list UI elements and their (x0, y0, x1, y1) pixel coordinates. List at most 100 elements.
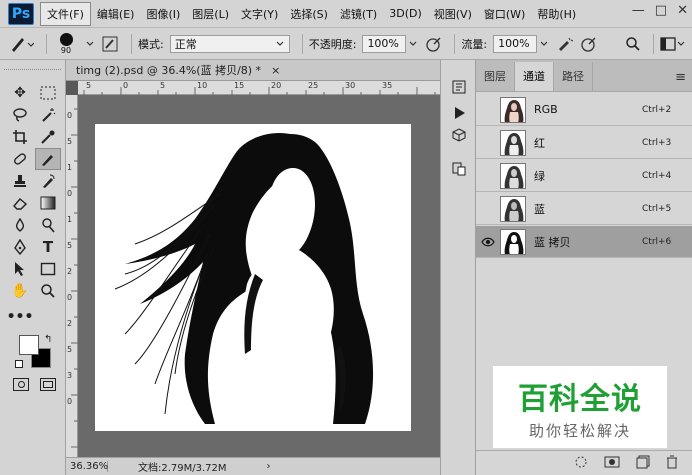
new-channel-icon[interactable] (636, 455, 650, 472)
menu-edit[interactable]: 编辑(E) (91, 3, 141, 25)
ruler-v-label: 2 (67, 267, 73, 276)
brush-panel-toggle[interactable] (101, 35, 119, 53)
crop-tool-icon[interactable] (7, 126, 33, 148)
flow-input[interactable]: 100% (493, 34, 538, 53)
toolbar-grip[interactable] (4, 60, 61, 70)
brush-size-picker[interactable]: 90 (53, 32, 79, 55)
pressure-size-toggle[interactable] (579, 35, 597, 53)
channel-name: 绿 (534, 169, 545, 183)
gradient-tool-icon[interactable] (35, 192, 61, 214)
tool-preset-picker[interactable] (6, 34, 34, 54)
menu-help[interactable]: 帮助(H) (531, 3, 582, 25)
paragraph-panel-icon[interactable] (449, 160, 469, 178)
channel-row-rgb[interactable]: RGB Ctrl+2 (476, 94, 692, 126)
channel-name: RGB (534, 103, 558, 116)
menu-image[interactable]: 图像(I) (140, 3, 186, 25)
eyedropper-tool-icon[interactable] (35, 126, 61, 148)
search-button[interactable] (625, 36, 641, 52)
channel-row-blue[interactable]: 蓝 Ctrl+5 (476, 193, 692, 225)
tab-layers[interactable]: 图层 (476, 62, 515, 91)
type-tool-icon[interactable]: T (35, 236, 61, 258)
tab-paths[interactable]: 路径 (554, 62, 593, 91)
menu-filter[interactable]: 滤镜(T) (334, 3, 383, 25)
close-document-icon[interactable]: × (271, 64, 280, 77)
foreground-color-swatch[interactable] (19, 335, 39, 355)
clone-stamp-tool-icon[interactable] (7, 170, 33, 192)
photoshop-window: Ps 文件(F) 编辑(E) 图像(I) 图层(L) 文字(Y) 选择(S) 滤… (0, 0, 692, 475)
load-selection-icon[interactable] (574, 455, 588, 472)
close-button[interactable]: ✕ (677, 3, 688, 18)
save-selection-icon[interactable] (604, 455, 620, 472)
default-colors-icon[interactable] (15, 360, 23, 368)
blur-tool-icon[interactable] (7, 214, 33, 236)
channel-row-blue-copy[interactable]: 蓝 拷贝 Ctrl+6 (476, 226, 692, 258)
visibility-toggle[interactable] (480, 201, 496, 217)
delete-channel-icon[interactable] (666, 455, 678, 472)
pen-tool-icon[interactable] (7, 236, 33, 258)
panel-menu-icon[interactable]: ≡ (675, 70, 686, 85)
document-canvas[interactable] (95, 124, 411, 431)
screen-mode-icon[interactable] (40, 378, 56, 391)
zoom-level[interactable]: 36.36% (66, 461, 108, 472)
magic-wand-tool-icon[interactable] (35, 104, 61, 126)
document-info: 文档:2.79M/3.72M (138, 463, 227, 474)
rectangle-tool-icon[interactable] (35, 258, 61, 280)
menu-view[interactable]: 视图(V) (428, 3, 478, 25)
workspace-switcher[interactable] (660, 36, 686, 52)
visibility-toggle[interactable] (480, 168, 496, 184)
chevron-down-icon (276, 41, 284, 46)
pressure-opacity-toggle[interactable] (424, 35, 442, 53)
search-icon (626, 36, 640, 51)
maximize-button[interactable]: □ (655, 3, 667, 18)
zoom-tool-icon[interactable] (35, 280, 61, 302)
flow-dropdown[interactable] (539, 39, 549, 49)
watermark: 百科全说 助你轻松解决 (493, 366, 667, 448)
hand-tool-icon[interactable]: ✋ (7, 280, 33, 302)
quick-mask-icon[interactable] (13, 378, 29, 391)
path-selection-tool-icon[interactable] (7, 258, 33, 280)
opacity-dropdown[interactable] (408, 39, 418, 49)
brush-dropdown-arrow[interactable] (85, 39, 95, 49)
healing-brush-tool-icon[interactable] (7, 148, 33, 170)
document-tab-title: timg (2).psd @ 36.4%(蓝 拷贝/8) * (76, 64, 262, 77)
history-panel-icon[interactable] (449, 78, 469, 96)
eraser-tool-icon[interactable] (7, 192, 33, 214)
swap-colors-icon[interactable]: ↰ (44, 334, 52, 345)
menu-select[interactable]: 选择(S) (284, 3, 334, 25)
actions-panel-icon[interactable] (449, 104, 469, 122)
horizontal-ruler[interactable]: 5 0 5 10 15 20 25 30 35 (78, 81, 440, 95)
vertical-ruler[interactable]: 0 5 1 0 1 5 2 0 2 5 3 0 (66, 95, 78, 457)
mode-select[interactable]: 正常 (169, 34, 290, 53)
document-tab[interactable]: timg (2).psd @ 36.4%(蓝 拷贝/8) * × (66, 60, 440, 81)
channel-row-red[interactable]: 红 Ctrl+3 (476, 127, 692, 159)
ruler-v-label: 0 (67, 397, 73, 406)
more-tools-icon[interactable]: ••• (7, 306, 34, 328)
visibility-toggle[interactable] (480, 135, 496, 151)
channel-row-green[interactable]: 绿 Ctrl+4 (476, 160, 692, 192)
tools-panel: ✥ T ✋ ••• ↰ (0, 60, 66, 475)
opacity-input[interactable]: 100% (362, 34, 407, 53)
menu-type[interactable]: 文字(Y) (235, 3, 284, 25)
chevron-down-icon (540, 41, 548, 46)
minimize-button[interactable]: — (632, 3, 645, 18)
airbrush-toggle[interactable] (555, 35, 574, 53)
lasso-tool-icon[interactable] (7, 104, 33, 126)
eye-icon[interactable] (480, 234, 496, 250)
channel-shortcut: Ctrl+6 (642, 236, 672, 247)
channel-name: 蓝 拷贝 (534, 235, 571, 249)
ruler-h-label: 10 (197, 81, 208, 90)
tab-channels[interactable]: 通道 (515, 62, 554, 91)
marquee-tool-icon[interactable] (35, 82, 61, 104)
menu-3d[interactable]: 3D(D) (383, 4, 428, 23)
brush-tool-icon[interactable] (35, 148, 61, 170)
visibility-toggle[interactable] (480, 102, 496, 118)
mode-label: 模式: (138, 37, 164, 51)
menu-window[interactable]: 窗口(W) (478, 3, 531, 25)
dodge-tool-icon[interactable] (35, 214, 61, 236)
menu-file[interactable]: 文件(F) (40, 1, 91, 26)
move-tool-icon[interactable]: ✥ (7, 82, 33, 104)
history-brush-tool-icon[interactable] (35, 170, 61, 192)
status-menu-arrow[interactable]: › (267, 461, 271, 472)
menu-layer[interactable]: 图层(L) (186, 3, 235, 25)
3d-panel-icon[interactable] (449, 126, 469, 144)
